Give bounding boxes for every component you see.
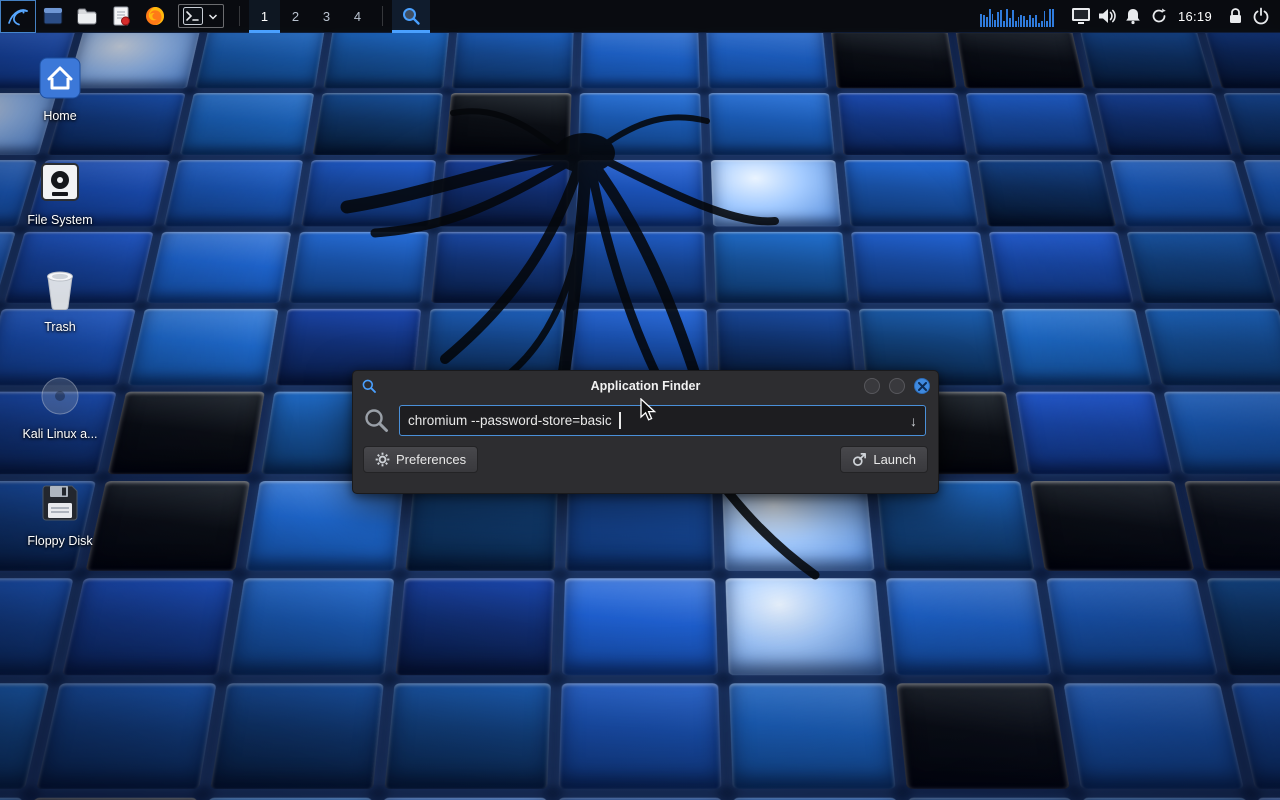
desktop-icon-trash[interactable]: Trash (16, 265, 104, 334)
terminal-icon (183, 7, 203, 25)
top-panel: 1 2 3 4 16:19 (0, 0, 1280, 33)
lock-icon (1227, 7, 1244, 25)
desktop-icon-floppy[interactable]: Floppy Disk (16, 479, 104, 548)
window-icon (42, 5, 64, 27)
desktop-icon-label: Trash (16, 320, 104, 334)
search-icon (363, 407, 390, 434)
refresh-circle-icon (1150, 7, 1168, 25)
power-icon (1252, 7, 1270, 25)
finder-actions: Preferences Launch (353, 440, 938, 483)
applications-menu-button[interactable] (0, 0, 36, 33)
logout-button[interactable] (1248, 0, 1274, 33)
dropdown-arrow-icon[interactable]: ↓ (910, 413, 917, 429)
search-input[interactable]: chromium --password-store=basic ↓ (399, 405, 926, 436)
launch-button-label: Launch (873, 452, 916, 467)
desktop-icon-label: Home (16, 109, 104, 123)
desktop-icon-label: Floppy Disk (16, 534, 104, 548)
kali-disc-icon (38, 374, 82, 418)
workspace-4[interactable]: 4 (342, 0, 373, 33)
desktop-icon-label: Kali Linux a... (16, 427, 104, 441)
window-titlebar[interactable]: Application Finder (353, 371, 938, 401)
text-caret (619, 412, 621, 429)
document-icon (110, 5, 132, 27)
home-icon (37, 55, 83, 101)
desktop-icon-file-system[interactable]: File System (16, 158, 104, 227)
search-input-value: chromium --password-store=basic (408, 413, 615, 428)
window-buttons-launcher[interactable] (36, 0, 70, 33)
workspace-3[interactable]: 3 (311, 0, 342, 33)
bell-icon (1124, 7, 1142, 25)
finder-body: chromium --password-store=basic ↓ (353, 401, 938, 440)
text-editor-launcher[interactable] (104, 0, 138, 33)
workspace-2[interactable]: 2 (280, 0, 311, 33)
close-button[interactable] (914, 378, 930, 394)
kali-logo-icon (6, 4, 30, 28)
panel-separator (239, 6, 240, 26)
terminal-launcher[interactable] (181, 5, 205, 27)
gear-icon (375, 452, 390, 467)
notifications-button[interactable] (1120, 0, 1146, 33)
floppy-disk-icon (38, 481, 82, 525)
folder-icon (76, 5, 98, 27)
magnifier-icon (401, 6, 421, 26)
cpu-graph-widget[interactable] (980, 5, 1054, 27)
launch-button[interactable]: Launch (840, 446, 928, 473)
preferences-button[interactable]: Preferences (363, 446, 478, 473)
maximize-button[interactable] (889, 378, 905, 394)
taskbar-app-finder-button[interactable] (392, 0, 430, 33)
desktop-icon-kali-installer[interactable]: Kali Linux a... (16, 372, 104, 441)
volume-button[interactable] (1094, 0, 1120, 33)
lock-screen-button[interactable] (1222, 0, 1248, 33)
launch-icon (852, 452, 867, 467)
window-magnifier-icon (361, 378, 377, 394)
kali-dragon-logo (255, 55, 935, 655)
terminal-dropdown-button[interactable] (205, 9, 221, 24)
firefox-icon (144, 5, 166, 27)
chevron-down-icon (208, 13, 218, 21)
minimize-button[interactable] (864, 378, 880, 394)
window-controls (864, 378, 930, 394)
clock[interactable]: 16:19 (1178, 9, 1212, 24)
terminal-launcher-group (178, 4, 224, 28)
volume-icon (1097, 7, 1117, 25)
desktop-icon-home[interactable]: Home (16, 54, 104, 123)
panel-separator (382, 6, 383, 26)
workspace-1[interactable]: 1 (249, 0, 280, 33)
preferences-button-label: Preferences (396, 452, 466, 467)
file-system-icon (38, 160, 82, 204)
updates-button[interactable] (1146, 0, 1172, 33)
firefox-launcher[interactable] (138, 0, 172, 33)
display-icon (1071, 7, 1091, 25)
display-settings-button[interactable] (1068, 0, 1094, 33)
desktop-icon-label: File System (16, 213, 104, 227)
file-manager-launcher[interactable] (70, 0, 104, 33)
trash-icon (40, 267, 80, 311)
application-finder-window: Application Finder chromium --password-s… (352, 370, 939, 494)
close-icon (918, 382, 927, 391)
window-title: Application Finder (353, 379, 938, 393)
